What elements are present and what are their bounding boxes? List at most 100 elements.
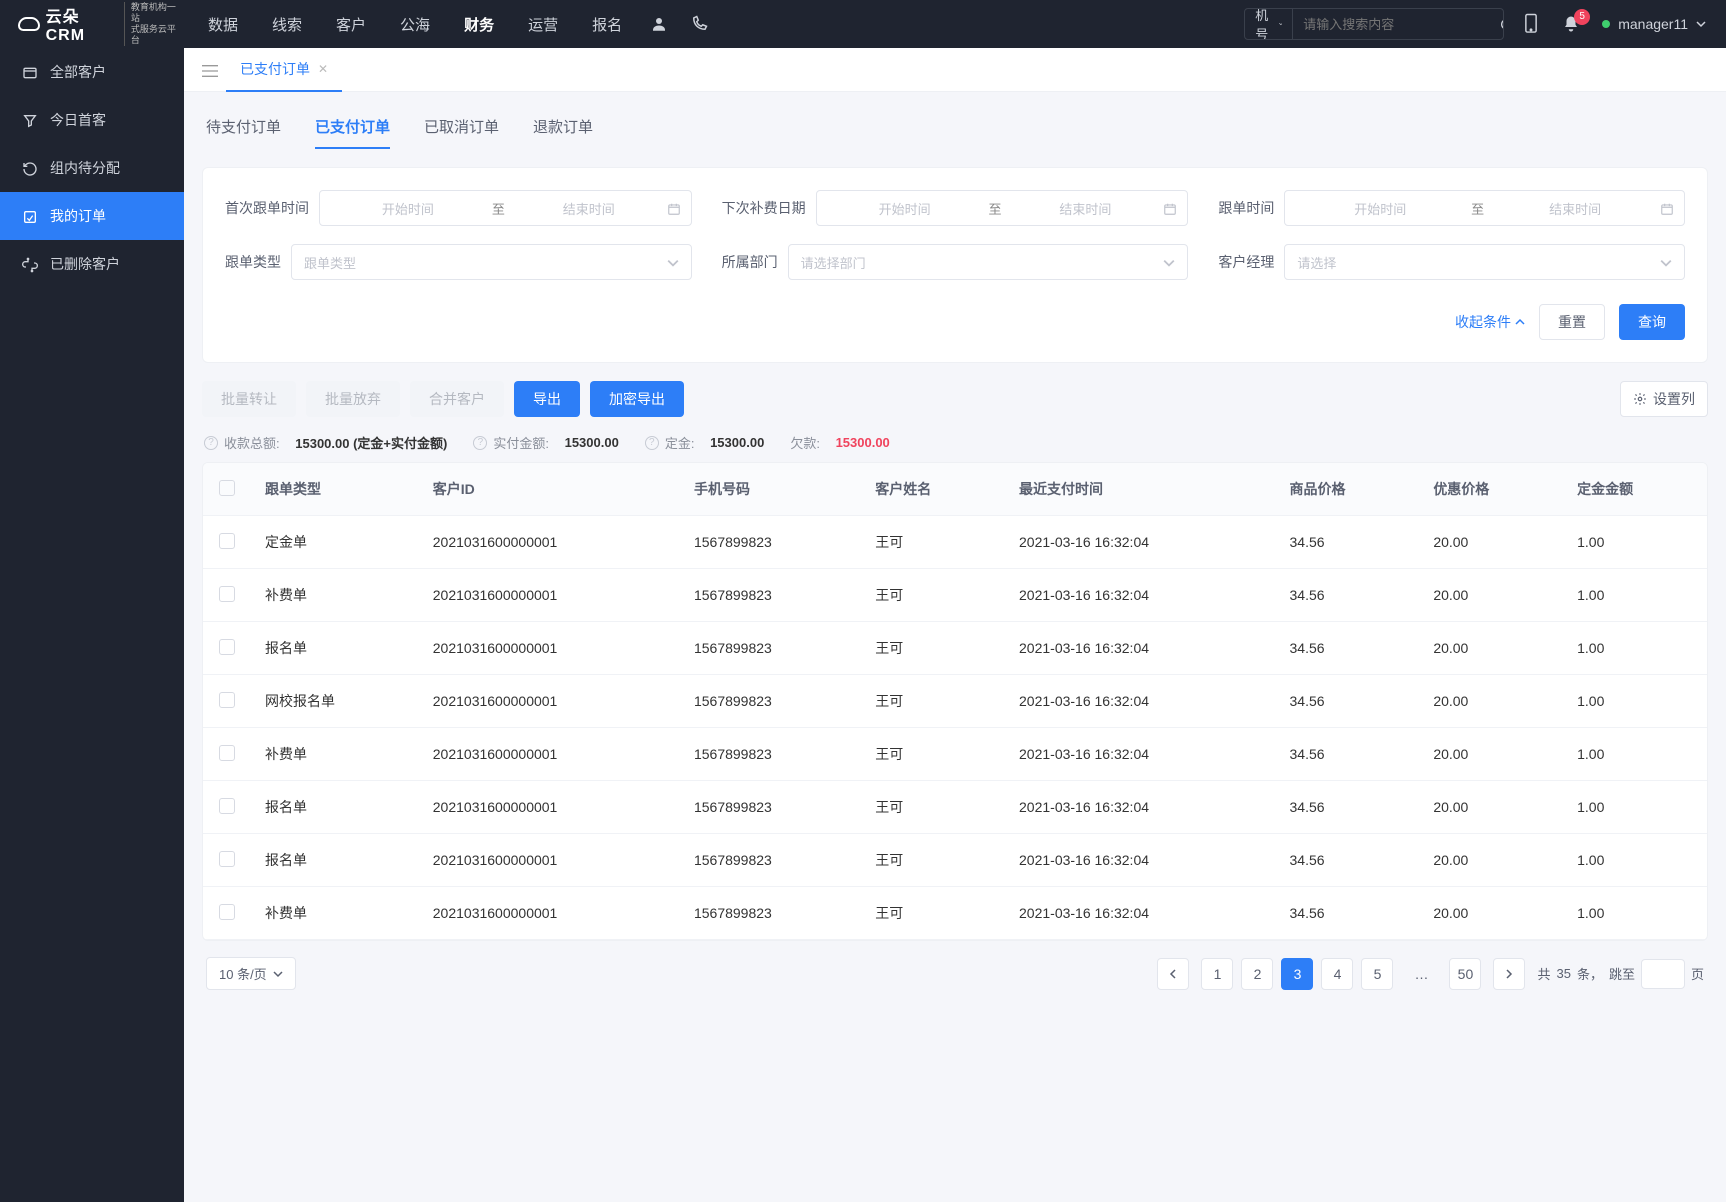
encrypt-export-button[interactable]: 加密导出	[590, 381, 684, 417]
chevron-down-icon	[667, 255, 679, 270]
logo[interactable]: 云朵CRM 教育机构一站 式服务云平台	[0, 2, 184, 46]
user-menu[interactable]: manager11	[1602, 16, 1706, 32]
export-button[interactable]: 导出	[514, 381, 580, 417]
cell-customer-id: 2021031600000001	[419, 675, 680, 728]
topnav-item[interactable]: 线索	[268, 1, 306, 48]
page-number-button[interactable]: 3	[1281, 958, 1313, 990]
batch-transfer-button[interactable]: 批量转让	[202, 381, 296, 417]
summary-label: 欠款:	[790, 433, 820, 452]
date-range-input[interactable]: 开始时间至结束时间	[1284, 190, 1685, 226]
table-row[interactable]: 报名单20210316000000011567899823王可2021-03-1…	[203, 622, 1707, 675]
filter-label: 所属部门	[722, 252, 778, 272]
merge-customer-button[interactable]: 合并客户	[410, 381, 504, 417]
topnav-item[interactable]: 数据	[204, 1, 242, 48]
close-icon[interactable]: ✕	[318, 62, 328, 76]
select-placeholder: 请选择部门	[801, 253, 866, 272]
row-checkbox[interactable]	[219, 745, 235, 761]
cell-price: 34.56	[1276, 622, 1420, 675]
table-header: 跟单类型	[251, 463, 419, 516]
user-icon[interactable]	[650, 15, 668, 33]
cell-phone: 1567899823	[680, 728, 861, 781]
sidebar-item[interactable]: 全部客户	[0, 48, 184, 96]
next-page-button[interactable]	[1493, 958, 1525, 990]
help-icon[interactable]: ?	[204, 436, 218, 450]
row-checkbox[interactable]	[219, 533, 235, 549]
filter-field: 跟单时间开始时间至结束时间	[1218, 190, 1685, 226]
page-jump-input[interactable]	[1641, 959, 1685, 989]
date-range-input[interactable]: 开始时间至结束时间	[816, 190, 1189, 226]
cell-paid-at: 2021-03-16 16:32:04	[1005, 675, 1276, 728]
select-all-checkbox[interactable]	[219, 480, 235, 496]
toolbar: 批量转让 批量放弃 合并客户 导出 加密导出 设置列	[202, 381, 1708, 417]
sidebar-item[interactable]: 今日首客	[0, 96, 184, 144]
device-icon[interactable]	[1522, 13, 1540, 35]
table-row[interactable]: 网校报名单20210316000000011567899823王可2021-03…	[203, 675, 1707, 728]
sub-tab[interactable]: 退款订单	[533, 116, 593, 149]
sidebar-item[interactable]: 已删除客户	[0, 240, 184, 288]
row-checkbox[interactable]	[219, 798, 235, 814]
table-row[interactable]: 补费单20210316000000011567899823王可2021-03-1…	[203, 569, 1707, 622]
cell-price: 34.56	[1276, 675, 1420, 728]
select-input[interactable]: 请选择部门	[788, 244, 1189, 280]
table-row[interactable]: 补费单20210316000000011567899823王可2021-03-1…	[203, 728, 1707, 781]
topnav-item[interactable]: 报名	[588, 1, 626, 48]
collapse-filters-link[interactable]: 收起条件	[1455, 312, 1525, 332]
query-button[interactable]: 查询	[1619, 304, 1685, 340]
page-number-button[interactable]: 2	[1241, 958, 1273, 990]
summary-label: 收款总额:	[224, 433, 280, 452]
date-range-input[interactable]: 开始时间至结束时间	[319, 190, 692, 226]
help-icon[interactable]: ?	[473, 436, 487, 450]
page-number-button[interactable]: 1	[1201, 958, 1233, 990]
brand-subtitle: 教育机构一站 式服务云平台	[124, 2, 184, 46]
topnav-item[interactable]: 财务	[460, 1, 498, 48]
last-page-button[interactable]: 50	[1449, 958, 1481, 990]
sub-tab[interactable]: 待支付订单	[206, 116, 281, 149]
cell-name: 王可	[861, 781, 1005, 834]
row-checkbox[interactable]	[219, 639, 235, 655]
cell-phone: 1567899823	[680, 887, 861, 940]
row-checkbox[interactable]	[219, 904, 235, 920]
sidebar-item[interactable]: 组内待分配	[0, 144, 184, 192]
select-input[interactable]: 跟单类型	[291, 244, 692, 280]
cell-deposit: 1.00	[1563, 569, 1707, 622]
prev-page-button[interactable]	[1157, 958, 1189, 990]
cell-customer-id: 2021031600000001	[419, 622, 680, 675]
column-settings-button[interactable]: 设置列	[1620, 381, 1708, 417]
search-input[interactable]	[1293, 17, 1489, 32]
row-checkbox[interactable]	[219, 586, 235, 602]
cell-deposit: 1.00	[1563, 834, 1707, 887]
search-icon[interactable]	[1489, 15, 1504, 32]
batch-abandon-button[interactable]: 批量放弃	[306, 381, 400, 417]
page-number-button[interactable]: 5	[1361, 958, 1393, 990]
chevron-up-icon	[1515, 317, 1525, 327]
select-input[interactable]: 请选择	[1284, 244, 1685, 280]
phone-icon[interactable]	[690, 15, 708, 33]
search-category-select[interactable]: 手机号码	[1245, 8, 1293, 40]
table-row[interactable]: 定金单20210316000000011567899823王可2021-03-1…	[203, 516, 1707, 569]
date-start-placeholder: 开始时间	[330, 199, 486, 218]
sub-tab[interactable]: 已支付订单	[315, 116, 390, 149]
reset-button[interactable]: 重置	[1539, 304, 1605, 340]
row-checkbox[interactable]	[219, 692, 235, 708]
table-row[interactable]: 报名单20210316000000011567899823王可2021-03-1…	[203, 834, 1707, 887]
page-size-select[interactable]: 10 条/页	[206, 957, 296, 990]
table-header: 最近支付时间	[1005, 463, 1276, 516]
sidebar-item[interactable]: 我的订单	[0, 192, 184, 240]
bell-icon[interactable]: 5	[1562, 15, 1580, 33]
help-icon[interactable]: ?	[645, 436, 659, 450]
sub-tab[interactable]: 已取消订单	[424, 116, 499, 149]
table-row[interactable]: 报名单20210316000000011567899823王可2021-03-1…	[203, 781, 1707, 834]
topnav-item[interactable]: 客户	[332, 1, 370, 48]
cell-price: 34.56	[1276, 887, 1420, 940]
table-row[interactable]: 补费单20210316000000011567899823王可2021-03-1…	[203, 887, 1707, 940]
sidebar-icon	[22, 207, 38, 224]
cell-customer-id: 2021031600000001	[419, 569, 680, 622]
topnav-item[interactable]: 公海	[396, 1, 434, 48]
page-tab[interactable]: 已支付订单✕	[226, 48, 342, 92]
filter-label: 跟单时间	[1218, 198, 1274, 218]
menu-collapse-icon[interactable]	[194, 55, 226, 83]
row-checkbox[interactable]	[219, 851, 235, 867]
topnav-item[interactable]: 运营	[524, 1, 562, 48]
tabs-bar: 已支付订单✕	[184, 48, 1726, 92]
page-number-button[interactable]: 4	[1321, 958, 1353, 990]
